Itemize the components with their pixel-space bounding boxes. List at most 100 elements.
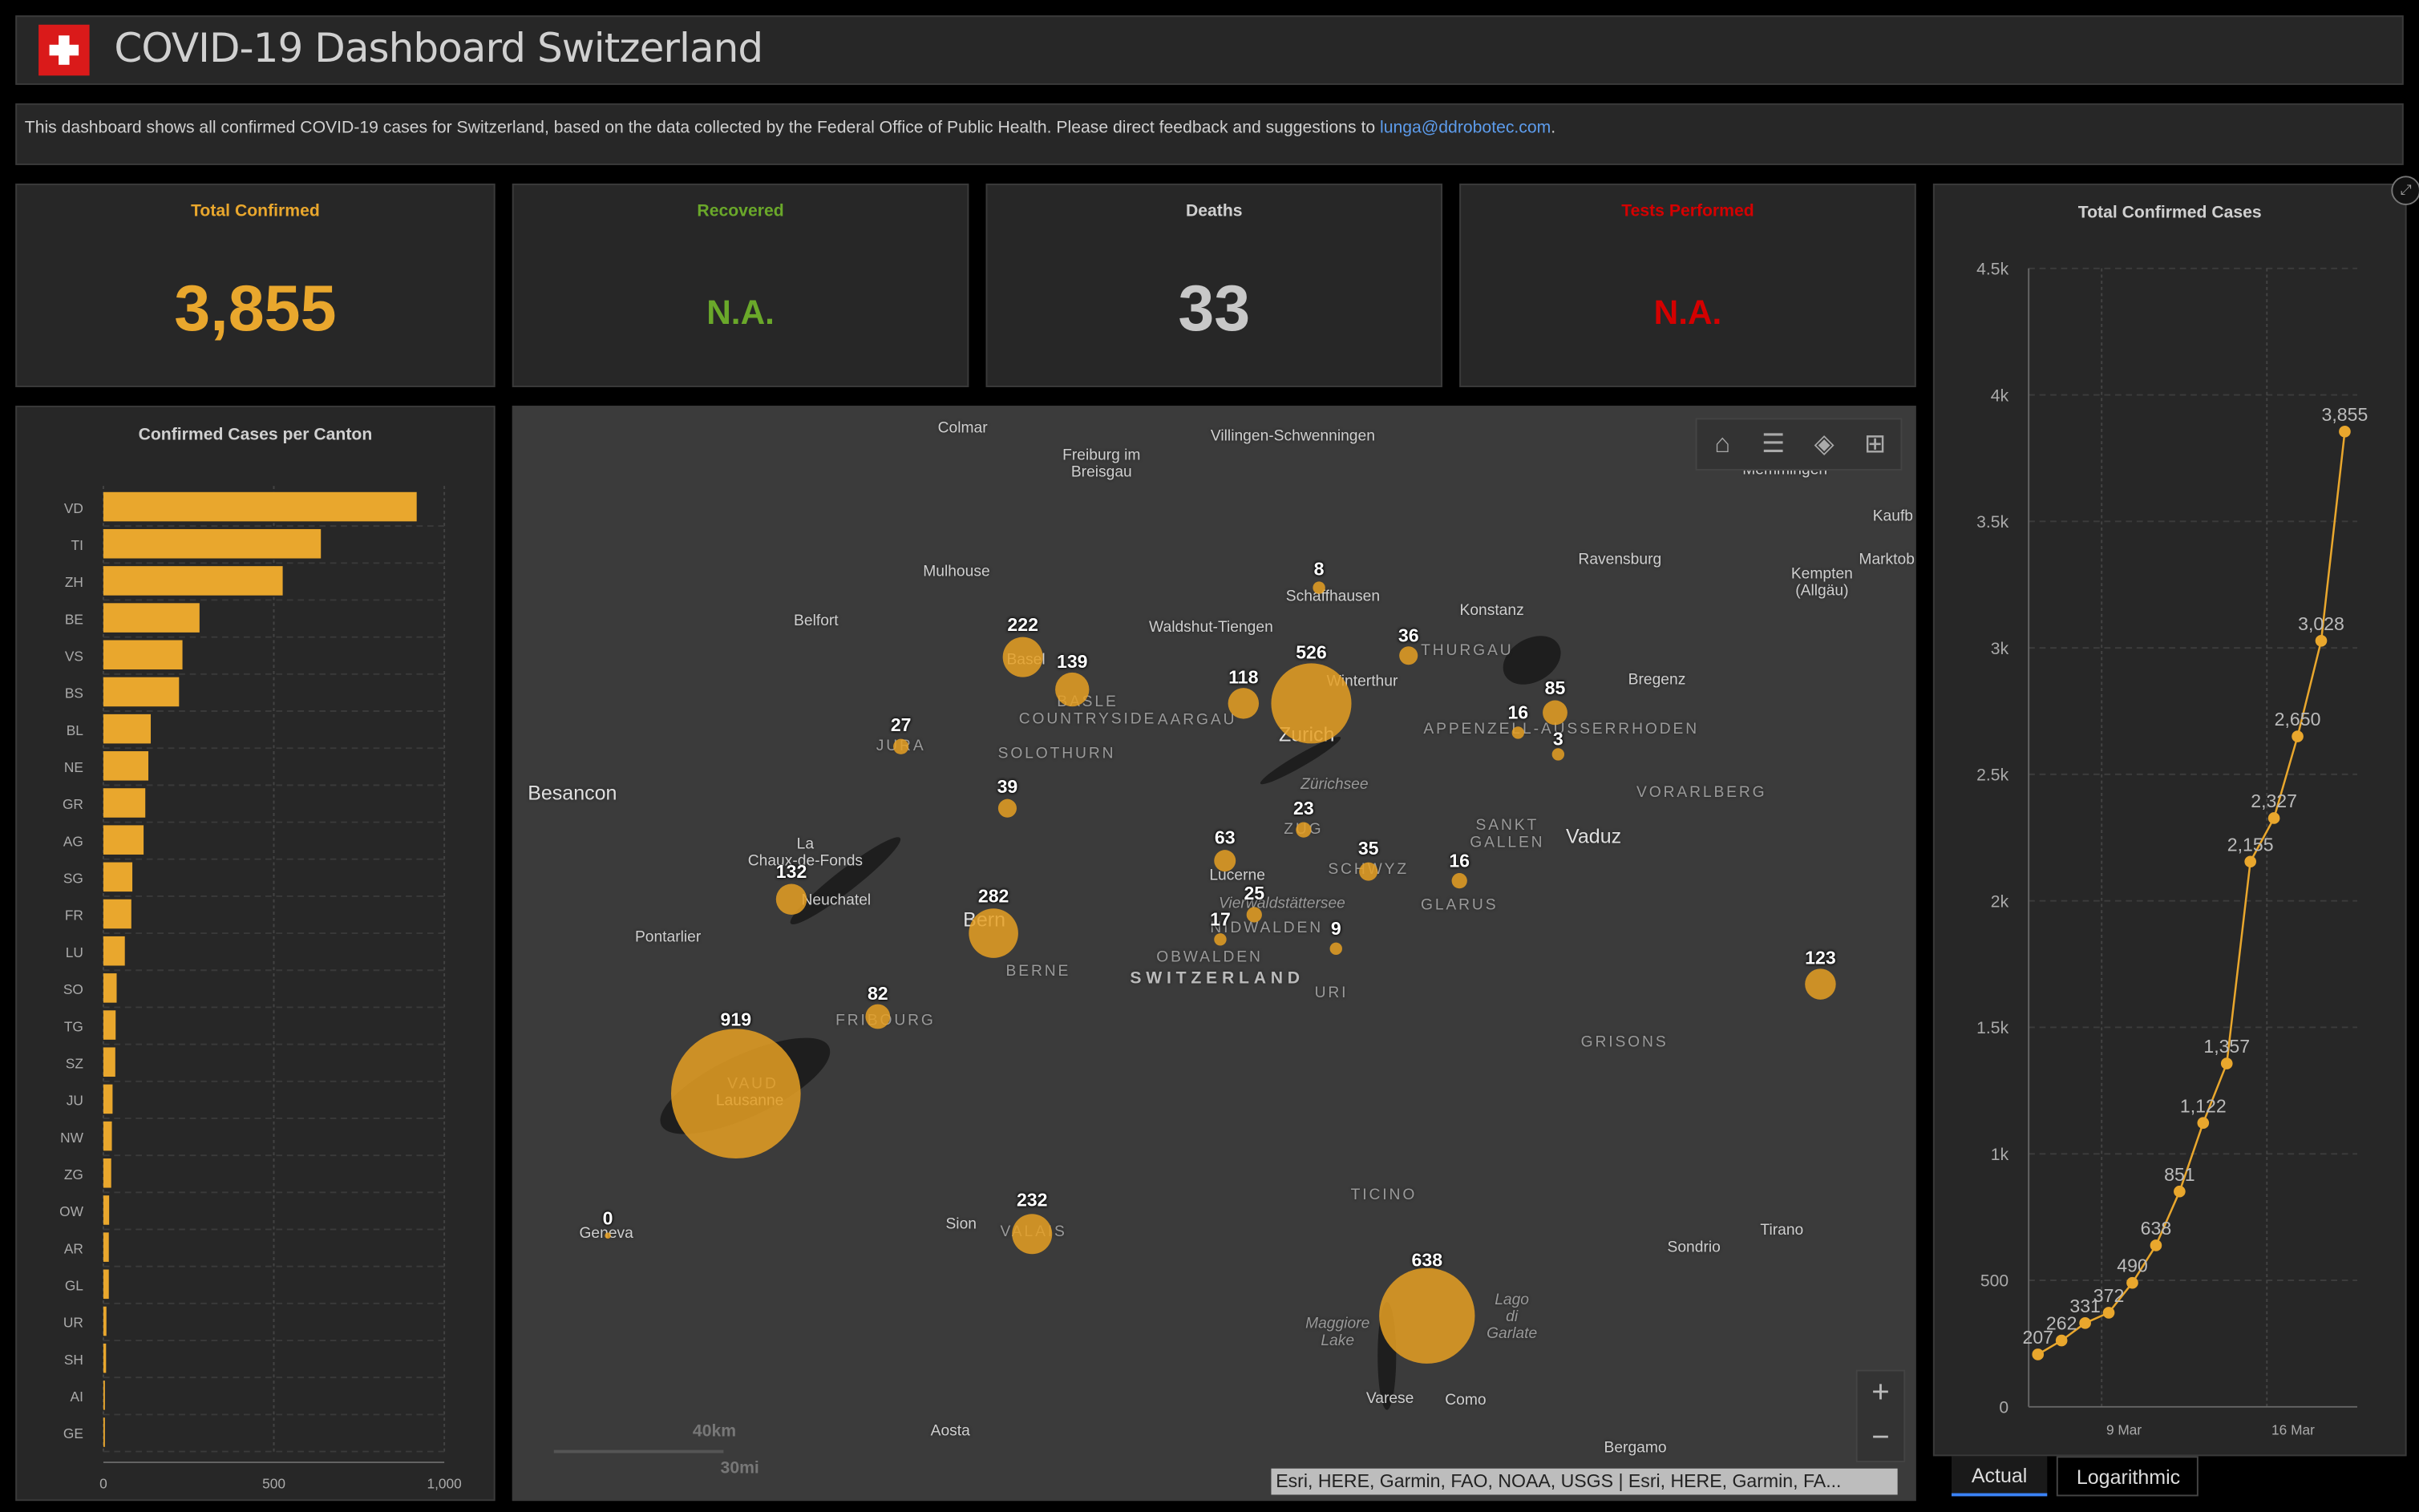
y-tick-label: ZG [64,1166,83,1183]
data-point [2292,730,2304,742]
place-label: Neuchatel [801,892,872,910]
bubble-label: 16 [1449,850,1470,872]
bubble-vs[interactable] [1012,1214,1053,1255]
kpi-value: N.A. [706,293,775,332]
bar-ag [103,825,144,855]
place-label: GRISONS [1580,1034,1669,1052]
y-tick-label: 3.5k [1976,513,2008,532]
map-attribution[interactable]: Esri, HERE, Garmin, FAO, NOAA, USGS | Es… [1271,1468,1898,1495]
feedback-email-link[interactable]: lunga@ddrobotec.com [1380,119,1551,137]
bubble-nw[interactable] [1246,907,1262,923]
bubble-ge[interactable] [605,1232,611,1239]
place-label: Sion [945,1216,977,1234]
kpi-label: Tests Performed [1621,202,1754,221]
y-tick-label: BS [65,685,83,701]
bubble-ai[interactable] [1551,748,1565,761]
bubble-sh[interactable] [1313,581,1325,594]
place-label: GLARUS [1420,896,1499,915]
bubble-zg[interactable] [1296,822,1312,838]
tab-actual[interactable]: Actual [1951,1456,2048,1497]
kpi-value: 33 [1178,271,1251,345]
bubble-label: 63 [1214,827,1236,849]
place-label: Bergamo [1604,1440,1667,1457]
y-tick-label: GE [63,1425,83,1441]
bar-ar [103,1232,109,1262]
bar-zh [103,566,283,596]
legend-icon[interactable]: ☰ [1754,429,1794,459]
data-point [2267,812,2280,824]
bubble-ju[interactable] [893,738,909,754]
bubble-lu[interactable] [1214,850,1236,872]
data-label: 372 [2093,1285,2125,1306]
bubble-ur[interactable] [1329,942,1342,956]
bubble-sz[interactable] [1359,862,1378,881]
bubble-label: 8 [1313,558,1325,580]
y-tick-label: 0 [1999,1398,2008,1417]
bubble-zh[interactable] [1271,663,1352,744]
bar-tg [103,1010,116,1040]
place-label: Lago di Garlate [1487,1292,1538,1343]
tab-logarithmic[interactable]: Logarithmic [2056,1456,2199,1497]
bubble-bs[interactable] [1002,637,1043,677]
bar-ti [103,528,322,559]
bubble-so[interactable] [997,798,1017,818]
bubble-label: 526 [1296,641,1327,664]
y-tick-label: GR [63,796,83,812]
bubble-label: 123 [1805,947,1836,969]
zoom-out-button[interactable]: − [1858,1416,1904,1461]
y-tick-label: LU [66,944,83,960]
x-tick-label: 16 Mar [2271,1421,2315,1437]
bubble-bl[interactable] [1055,672,1090,707]
map-view[interactable]: Colmar Freiburg im Breisgau Villingen-Schw… [512,406,1916,1502]
y-tick-label: UR [63,1315,83,1331]
header: COVID-19 Dashboard Switzerland [15,15,2404,85]
zoom-in-button[interactable]: + [1858,1372,1904,1417]
y-tick-label: VD [64,500,83,516]
chart-title: Confirmed Cases per Canton [138,426,373,445]
bubble-fr[interactable] [865,1004,891,1029]
bubble-label: 0 [602,1207,613,1230]
bubble-be[interactable] [969,908,1018,958]
y-tick-label: SG [63,871,83,887]
place-label: Kaufb [1872,507,1914,526]
place-label: Zürichsee [1301,776,1369,794]
line-chart-svg: 0 500 1k 1.5k 2k 2.5k 3k 3.5k 4k 4.5k 9 Mar 16 Mar 2… [1976,260,2368,1437]
expand-icon[interactable]: ⤢ [2391,176,2419,205]
home-icon[interactable]: ⌂ [1702,429,1742,459]
data-point [2197,1117,2210,1130]
basemap-gallery-icon[interactable]: ⊞ [1855,429,1895,459]
bubble-sg[interactable] [1543,700,1567,726]
place-label: Ravensburg [1578,551,1662,569]
bubble-gr[interactable] [1805,968,1836,1000]
bubble-ar[interactable] [1511,726,1525,739]
y-tick-label: AI [71,1389,83,1405]
place-label: VORARLBERG [1636,784,1767,802]
layers-icon[interactable]: ◈ [1804,429,1844,459]
place-label: Schaffhausen [1285,588,1381,606]
y-tick-label: 1.5k [1976,1019,2008,1037]
bubble-label: 23 [1293,797,1314,819]
bubble-ne[interactable] [775,883,807,915]
bubble-ti[interactable] [1379,1267,1475,1364]
data-point [2315,634,2328,647]
bar-bl [103,714,152,744]
place-label: Belfort [794,612,839,630]
data-point [2339,426,2351,438]
bubble-ag[interactable] [1228,688,1260,719]
y-tick-label: 4.5k [1976,260,2008,278]
kpi-label: Deaths [1185,202,1243,221]
bubble-tg[interactable] [1399,646,1418,665]
place-label: TICINO [1350,1187,1418,1204]
place-label: Villingen-Schwenningen [1210,427,1375,446]
data-label: 1,122 [2180,1095,2227,1116]
data-label: 2,155 [2227,834,2274,855]
data-label: 3,028 [2298,613,2344,634]
y-tick-label: GL [65,1278,83,1294]
bubble-gl[interactable] [1451,873,1467,889]
bubble-ow[interactable] [1214,933,1227,946]
bubble-label: 35 [1357,837,1379,859]
place-label: Varese [1365,1390,1414,1408]
place-label: Maggiore Lake [1305,1316,1370,1350]
bubble-label: 9 [1330,917,1341,940]
bubble-vd[interactable] [670,1029,801,1158]
